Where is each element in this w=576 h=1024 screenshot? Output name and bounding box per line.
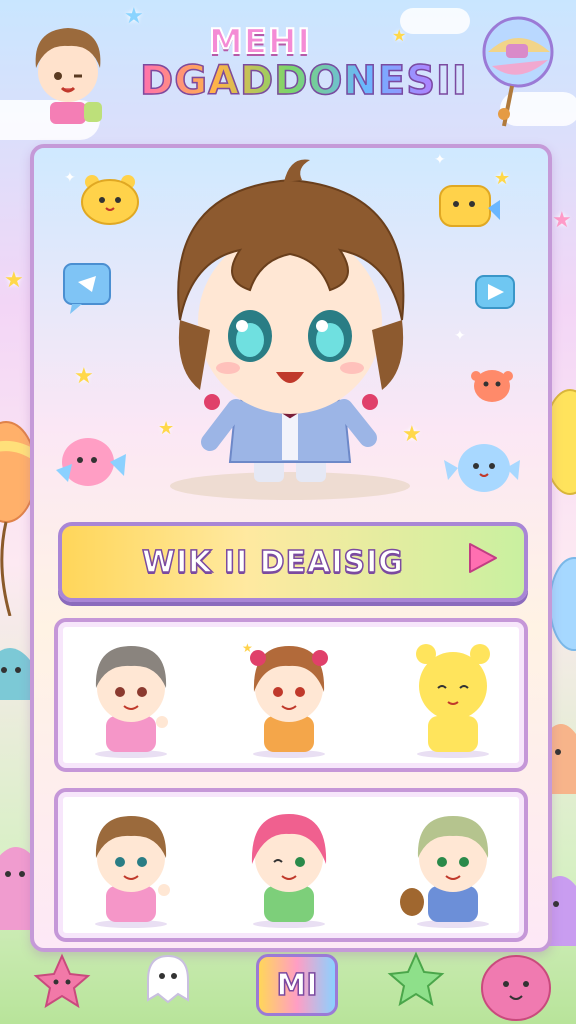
- pink-blob-icon[interactable]: [476, 948, 556, 1024]
- balloon-decoration: [0, 421, 34, 616]
- slime-creature-decoration: [0, 648, 30, 700]
- ghost-icon[interactable]: [138, 950, 198, 1010]
- character-slot[interactable]: [398, 802, 508, 928]
- primary-action-button[interactable]: WIK II DEAISIG: [58, 522, 528, 602]
- character-slot[interactable]: ★: [234, 632, 344, 758]
- character-slot[interactable]: [76, 632, 186, 758]
- game-logo: MEHI DGADDONESII: [139, 21, 468, 132]
- star-icon[interactable]: [386, 950, 446, 1010]
- balloon-icon[interactable]: [478, 14, 554, 134]
- svg-text:★: ★: [242, 641, 253, 655]
- sparkle-icon: ✦: [454, 328, 466, 344]
- play-arrow-icon: [469, 543, 497, 573]
- blue-bird-pet-icon[interactable]: [444, 434, 520, 498]
- home-logo-label: MI: [276, 967, 319, 1004]
- character-roster-row: [54, 788, 528, 942]
- logo-line2: DGADDONESII: [139, 57, 468, 105]
- main-character[interactable]: [140, 150, 440, 500]
- character-slot[interactable]: [76, 802, 186, 928]
- play-icon[interactable]: [474, 274, 516, 312]
- yellow-pet-icon[interactable]: [78, 170, 142, 226]
- star-icon: ★: [74, 364, 94, 389]
- character-roster-row: ★: [54, 618, 528, 772]
- character-slot[interactable]: [398, 632, 508, 758]
- logo-line1: MEHI: [208, 21, 312, 63]
- star-icon: ★: [4, 268, 24, 293]
- star-icon: ★: [552, 208, 572, 233]
- red-pet-icon[interactable]: [468, 362, 516, 406]
- starfish-icon[interactable]: [32, 952, 92, 1012]
- bottom-navigation: MI: [0, 944, 576, 1024]
- pink-bird-pet-icon[interactable]: [54, 426, 128, 496]
- primary-action-label: WIK II DEAISIG: [141, 544, 404, 581]
- home-logo-button[interactable]: MI: [256, 954, 338, 1016]
- yellow-fish-pet-icon[interactable]: [436, 178, 502, 236]
- character-slot[interactable]: [234, 802, 344, 928]
- sparkle-icon: ✦: [64, 170, 76, 186]
- chat-bubble-icon[interactable]: [62, 262, 114, 316]
